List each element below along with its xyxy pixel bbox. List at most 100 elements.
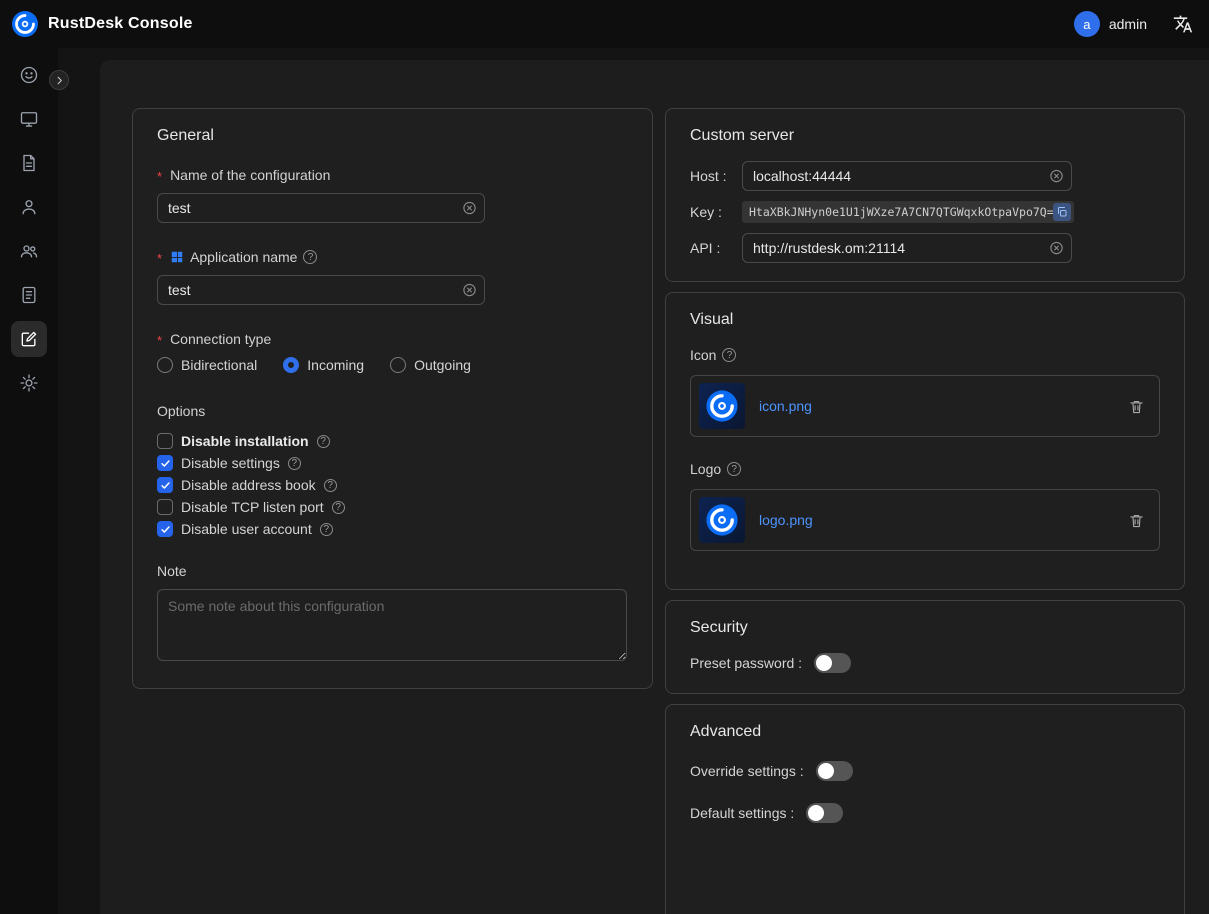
- sidebar-item-audit-logs[interactable]: [11, 277, 47, 313]
- copy-icon[interactable]: [1053, 203, 1071, 221]
- preset-password-toggle[interactable]: [814, 653, 851, 673]
- default-settings-toggle[interactable]: [806, 803, 843, 823]
- sidebar-item-groups[interactable]: [11, 233, 47, 269]
- advanced-card: Advanced Override settings : Default set…: [665, 704, 1185, 914]
- logo-filename-link[interactable]: logo.png: [759, 512, 813, 528]
- option-disable-tcp-listen-port[interactable]: Disable TCP listen port: [157, 499, 628, 515]
- topbar-right: a admin: [1074, 11, 1193, 37]
- name-field-wrap: [157, 193, 485, 223]
- smiley-icon: [19, 65, 39, 85]
- checkbox[interactable]: [157, 521, 173, 537]
- help-icon[interactable]: [288, 457, 301, 470]
- checkbox[interactable]: [157, 455, 173, 471]
- help-icon[interactable]: [303, 250, 317, 264]
- override-settings-toggle[interactable]: [816, 761, 853, 781]
- help-icon[interactable]: [332, 501, 345, 514]
- rustdesk-logo-icon: [12, 11, 38, 37]
- icon-filename-link[interactable]: icon.png: [759, 398, 812, 414]
- connection-type-label: Connection type: [157, 331, 628, 347]
- icon-label: Icon: [690, 347, 1160, 363]
- check-icon: [160, 524, 171, 535]
- connection-type-radios: Bidirectional Incoming Outgoing: [157, 357, 628, 373]
- sidebar-item-devices[interactable]: [11, 101, 47, 137]
- checkbox[interactable]: [157, 477, 173, 493]
- app-name-field-wrap: [157, 275, 485, 305]
- option-disable-settings[interactable]: Disable settings: [157, 455, 628, 471]
- configuration-name-input[interactable]: [157, 193, 485, 223]
- user-menu[interactable]: a admin: [1074, 11, 1147, 37]
- security-card: Security Preset password :: [665, 600, 1185, 694]
- audit-log-icon: [19, 285, 39, 305]
- sidebar-item-settings[interactable]: [11, 365, 47, 401]
- note-label: Note: [157, 563, 628, 579]
- logo-thumbnail: [699, 497, 745, 543]
- radio-dot[interactable]: [283, 357, 299, 373]
- required-asterisk: [157, 249, 164, 265]
- app-name-field-label: Application name: [157, 249, 628, 265]
- override-settings-label: Override settings :: [690, 763, 804, 779]
- clear-input-icon[interactable]: [462, 201, 477, 216]
- override-settings-row: Override settings :: [690, 761, 1160, 781]
- sidebar-item-configurations[interactable]: [11, 321, 47, 357]
- checkbox[interactable]: [157, 433, 173, 449]
- user-icon: [19, 197, 39, 217]
- username: admin: [1109, 16, 1147, 32]
- chevron-right-icon: [54, 75, 65, 86]
- application-name-input[interactable]: [157, 275, 485, 305]
- radio-dot[interactable]: [157, 357, 173, 373]
- option-disable-address-book[interactable]: Disable address book: [157, 477, 628, 493]
- sidebar-expand-button[interactable]: [49, 70, 69, 90]
- icon-file-row: icon.png: [690, 375, 1160, 437]
- radio-outgoing[interactable]: Outgoing: [390, 357, 471, 373]
- content-panel: General Name of the configuration: [100, 60, 1209, 914]
- help-icon[interactable]: [722, 348, 736, 362]
- key-label: Key :: [690, 204, 742, 220]
- trash-icon[interactable]: [1128, 512, 1145, 529]
- visual-card: Visual Icon: [665, 292, 1185, 590]
- help-icon[interactable]: [320, 523, 333, 536]
- translate-icon[interactable]: [1173, 14, 1193, 34]
- required-asterisk: [157, 167, 164, 183]
- sidebar-item-dashboard[interactable]: [11, 57, 47, 93]
- note-textarea[interactable]: [157, 589, 627, 661]
- logo-label: Logo: [690, 461, 1160, 477]
- key-value-box: HtaXBkJNHyn0e1U1jWXze7A7CN7QTGWqxkOtpaVp…: [742, 201, 1074, 223]
- check-icon: [160, 458, 171, 469]
- help-icon[interactable]: [727, 462, 741, 476]
- document-icon: [19, 153, 39, 173]
- clear-input-icon[interactable]: [462, 283, 477, 298]
- radio-bidirectional[interactable]: Bidirectional: [157, 357, 257, 373]
- sidebar-item-documents[interactable]: [11, 145, 47, 181]
- required-asterisk: [157, 331, 164, 347]
- radio-dot[interactable]: [390, 357, 406, 373]
- sidebar: [0, 48, 58, 914]
- windows-logo-icon: [170, 250, 184, 264]
- trash-icon[interactable]: [1128, 398, 1145, 415]
- topbar: RustDesk Console a admin: [0, 0, 1209, 48]
- help-icon[interactable]: [317, 435, 330, 448]
- brand[interactable]: RustDesk Console: [12, 11, 193, 37]
- sidebar-item-users[interactable]: [11, 189, 47, 225]
- visual-title: Visual: [690, 311, 1160, 329]
- api-input[interactable]: [742, 233, 1072, 263]
- options-label: Options: [157, 403, 628, 419]
- security-title: Security: [690, 619, 1160, 637]
- logo-file-row: logo.png: [690, 489, 1160, 551]
- default-settings-row: Default settings :: [690, 803, 1160, 823]
- clear-input-icon[interactable]: [1049, 241, 1064, 256]
- option-disable-installation[interactable]: Disable installation: [157, 433, 628, 449]
- help-icon[interactable]: [324, 479, 337, 492]
- name-field-label: Name of the configuration: [157, 167, 628, 183]
- radio-incoming[interactable]: Incoming: [283, 357, 364, 373]
- api-label: API :: [690, 240, 742, 256]
- api-row: API :: [690, 233, 1160, 263]
- clear-input-icon[interactable]: [1049, 169, 1064, 184]
- option-disable-user-account[interactable]: Disable user account: [157, 521, 628, 537]
- app-title: RustDesk Console: [48, 15, 193, 33]
- preset-password-row: Preset password :: [690, 653, 1160, 673]
- toggle-knob: [818, 763, 834, 779]
- avatar: a: [1074, 11, 1100, 37]
- advanced-title: Advanced: [690, 723, 1160, 741]
- checkbox[interactable]: [157, 499, 173, 515]
- host-input[interactable]: [742, 161, 1072, 191]
